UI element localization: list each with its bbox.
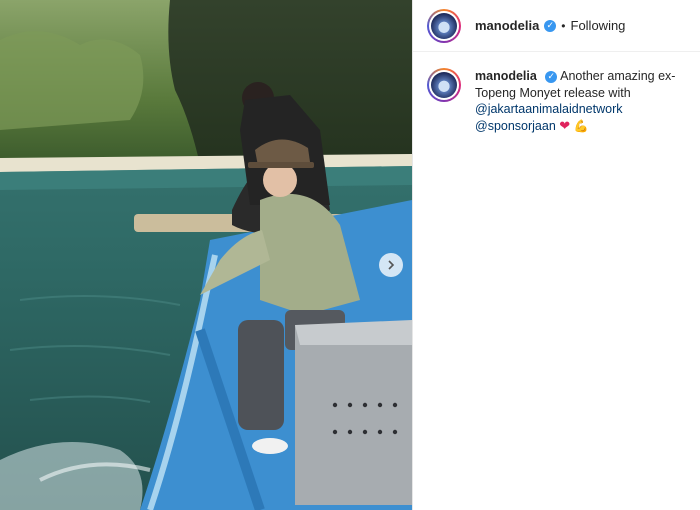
avatar[interactable]: [427, 8, 461, 43]
verified-badge-icon: ✓: [545, 70, 558, 83]
caption: manodelia ✓ Another amazing ex-Topeng Mo…: [413, 52, 700, 134]
caption-username[interactable]: manodelia: [475, 69, 537, 83]
mention-link[interactable]: @jakartaanimalaidnetwork: [475, 102, 622, 116]
flexed-biceps-emoji: 💪: [573, 118, 589, 133]
mention-link[interactable]: @sponsorjaan: [475, 119, 556, 133]
chevron-right-icon: [388, 260, 395, 270]
post-header: manodelia ✓ • Following: [413, 0, 700, 52]
header-separator: •: [561, 18, 566, 33]
next-photo-button[interactable]: [379, 253, 403, 277]
caption-avatar[interactable]: [427, 68, 461, 102]
following-button[interactable]: Following: [571, 18, 626, 33]
header-username[interactable]: manodelia: [475, 18, 539, 33]
heart-emoji: ❤: [559, 117, 571, 133]
post-side-panel: manodelia ✓ • Following manodelia ✓ Anot…: [412, 0, 700, 510]
verified-badge-icon: ✓: [544, 19, 557, 32]
photo-scene: [0, 0, 412, 510]
caption-text: manodelia ✓ Another amazing ex-Topeng Mo…: [475, 68, 686, 134]
post-photo: [0, 0, 412, 510]
